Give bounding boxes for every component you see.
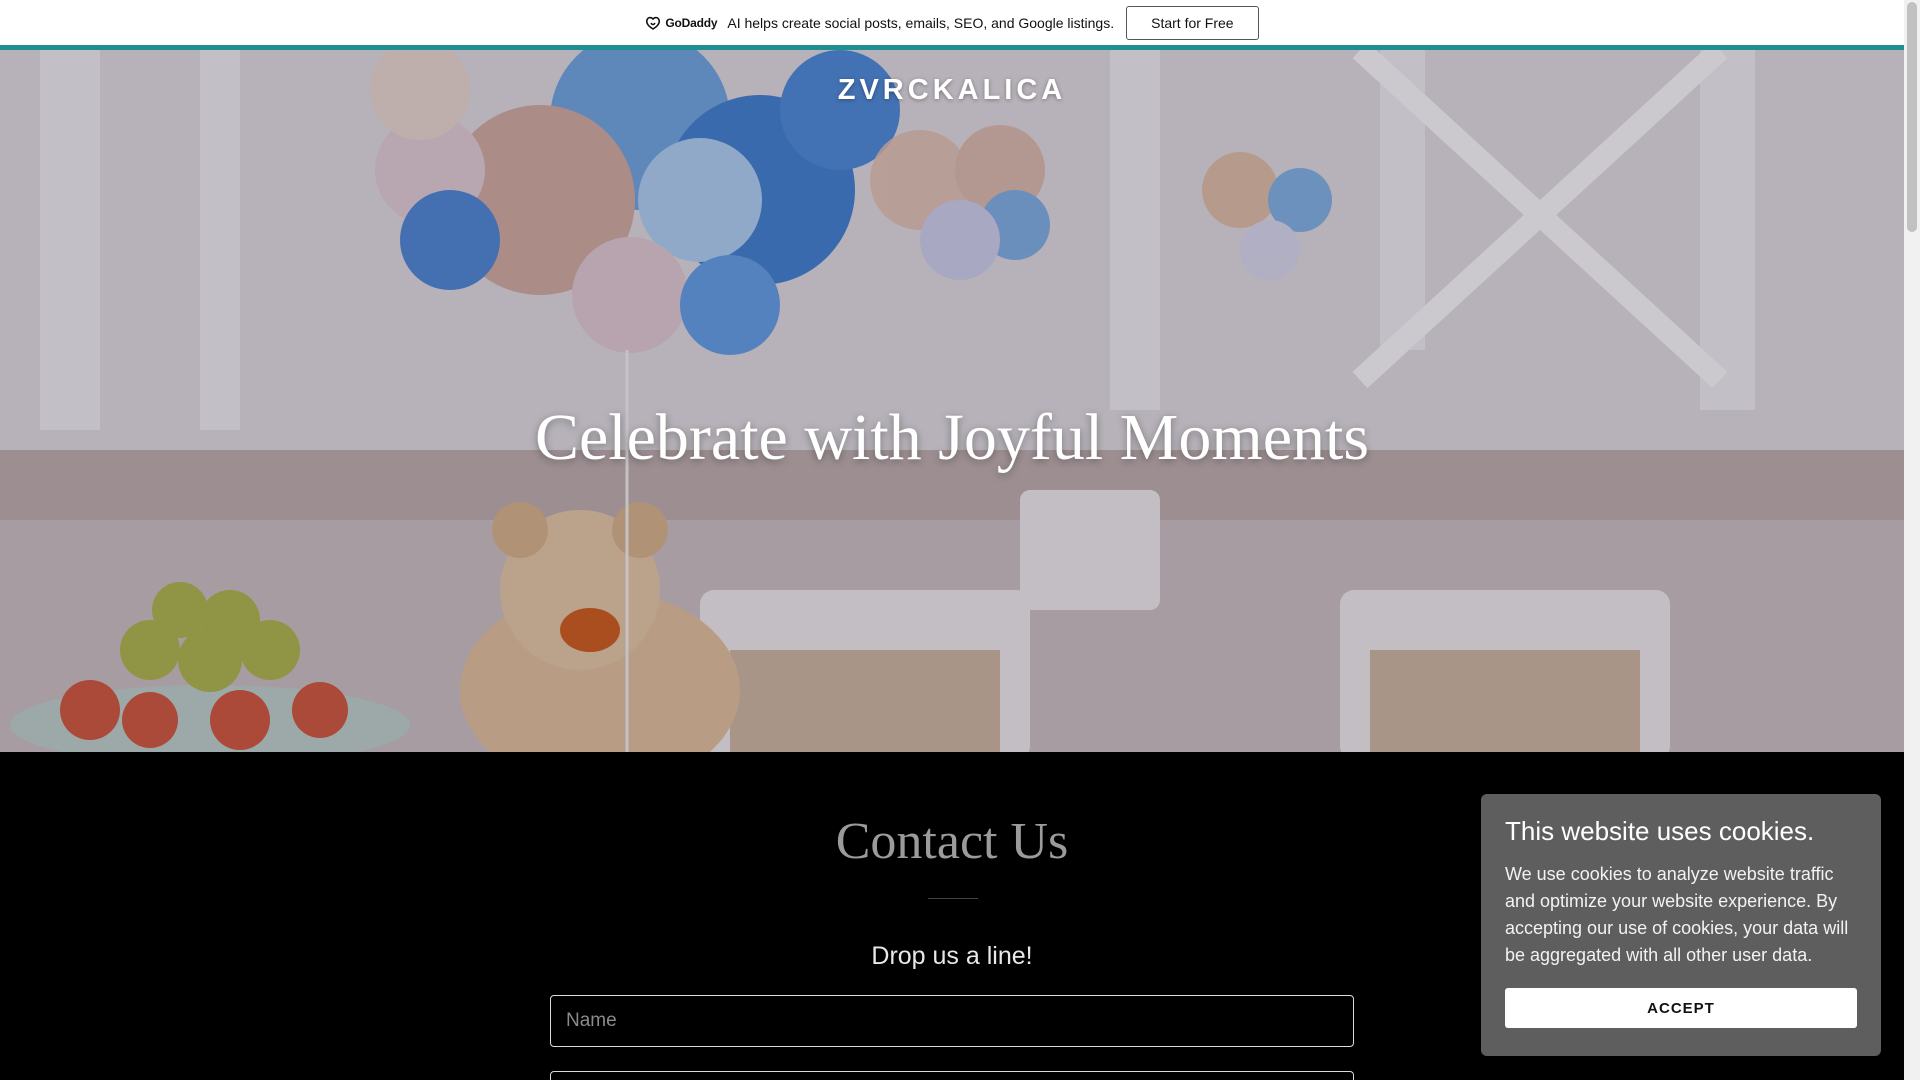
name-input[interactable] — [550, 995, 1354, 1047]
section-divider — [928, 898, 978, 899]
promo-message: AI helps create social posts, emails, SE… — [727, 14, 1115, 31]
cookie-banner: This website uses cookies. We use cookie… — [1481, 794, 1881, 1056]
hero-section: ZVRCKALICA Celebrate with Joyful Moments — [0, 50, 1904, 752]
promo-banner: GoDaddy AI helps create social posts, em… — [0, 0, 1904, 50]
hero-headline: Celebrate with Joyful Moments — [534, 401, 1370, 474]
cookie-message: We use cookies to analyze website traffi… — [1505, 864, 1849, 965]
accept-cookies-button[interactable]: ACCEPT — [1505, 988, 1857, 1028]
godaddy-logo-icon — [646, 16, 661, 30]
start-for-free-button[interactable]: Start for Free — [1126, 5, 1259, 40]
page: GoDaddy AI helps create social posts, em… — [0, 0, 1904, 1080]
godaddy-logo[interactable]: GoDaddy — [645, 15, 718, 30]
scrollbar-thumb[interactable] — [1907, 2, 1917, 232]
scrollbar[interactable] — [1904, 0, 1920, 1080]
next-form-field[interactable] — [550, 1071, 1354, 1080]
godaddy-logo-text: GoDaddy — [665, 15, 718, 30]
cookie-title: This website uses cookies. — [1505, 816, 1815, 846]
site-title[interactable]: ZVRCKALICA — [0, 74, 1904, 107]
